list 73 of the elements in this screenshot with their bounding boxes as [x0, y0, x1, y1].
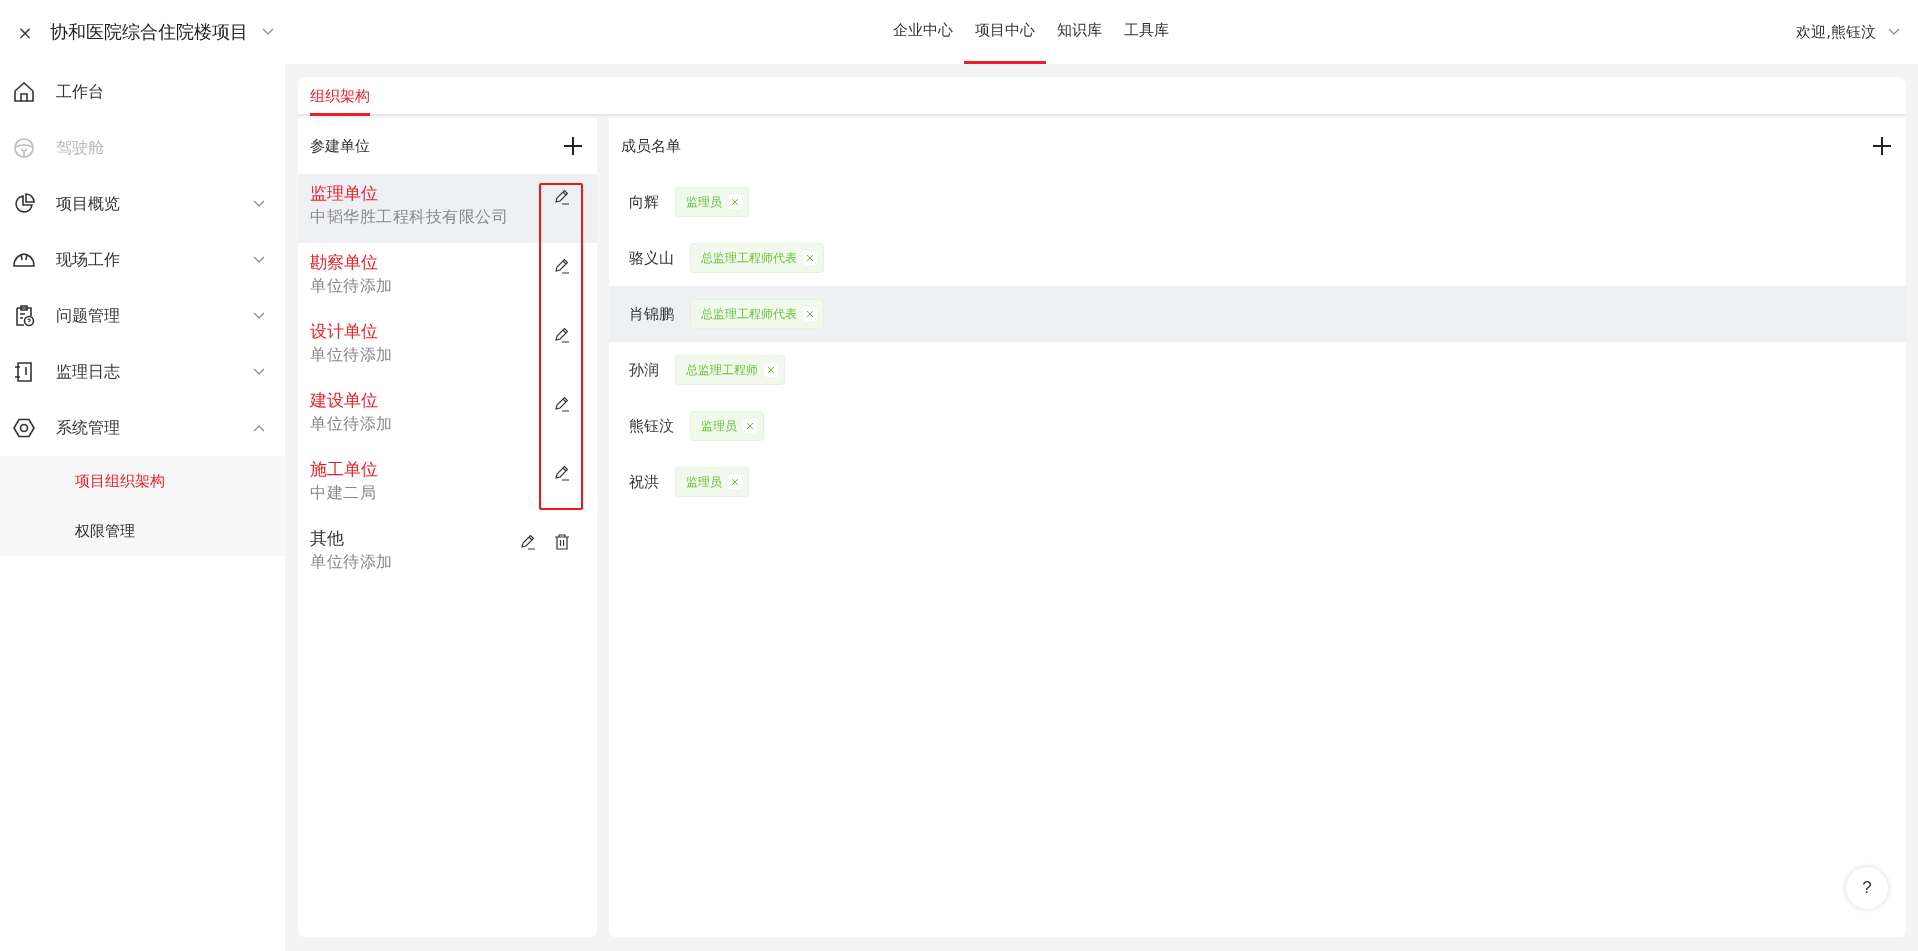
- member-name: 肖锦鹏: [629, 304, 674, 324]
- unit-item[interactable]: 施工单位 中建二局: [298, 450, 597, 519]
- member-row[interactable]: 骆义山 总监理工程师代表: [609, 230, 1906, 286]
- member-name: 熊钰汶: [629, 416, 674, 436]
- add-icon[interactable]: [1872, 136, 1892, 156]
- chevron-icon: [253, 200, 265, 208]
- role-tag: 监理员: [675, 187, 749, 217]
- role-tag: 监理员: [690, 411, 764, 441]
- role-tag: 总监理工程师代表: [690, 299, 824, 329]
- unit-name: 施工单位: [310, 458, 379, 481]
- unit-item[interactable]: 设计单位 单位待添加: [298, 312, 597, 381]
- unit-company: 单位待添加: [310, 414, 394, 435]
- pie-chart-icon: [12, 192, 36, 216]
- unit-name: 勘察单位: [310, 251, 379, 274]
- chevron-icon: [253, 312, 265, 320]
- hexagon-gear-icon: [12, 416, 36, 440]
- help-button[interactable]: ?: [1846, 867, 1888, 909]
- role-tag: 监理员: [675, 467, 749, 497]
- close-button[interactable]: ×: [0, 21, 50, 43]
- unit-company: 中建二局: [310, 483, 377, 504]
- sidebar-subitem[interactable]: 项目组织架构: [0, 456, 285, 506]
- member-name: 向辉: [629, 192, 659, 212]
- member-row[interactable]: 孙润 总监理工程师: [609, 342, 1906, 398]
- role-tag: 总监理工程师代表: [690, 243, 824, 273]
- unit-item[interactable]: 勘察单位 单位待添加: [298, 243, 597, 312]
- unit-item[interactable]: 监理单位 中韬华胜工程科技有限公司: [298, 174, 597, 243]
- sidebar-item[interactable]: 项目概览: [0, 176, 285, 232]
- nav-tab[interactable]: 知识库: [1046, 0, 1113, 64]
- edit-icon[interactable]: [553, 188, 571, 206]
- nav-tab[interactable]: 企业中心: [882, 0, 964, 64]
- unit-item[interactable]: 建设单位 单位待添加: [298, 381, 597, 450]
- member-name: 孙润: [629, 360, 659, 380]
- unit-item[interactable]: 其他 单位待添加: [298, 519, 597, 588]
- edit-icon[interactable]: [553, 257, 571, 275]
- project-title[interactable]: 协和医院综合住院楼项目: [50, 20, 248, 44]
- chevron-icon: [1888, 28, 1900, 36]
- unit-company: 单位待添加: [310, 552, 394, 573]
- chevron-icon: [253, 368, 265, 376]
- steering-wheel-icon: [12, 136, 36, 160]
- trash-icon[interactable]: [553, 533, 571, 551]
- member-name: 骆义山: [629, 248, 674, 268]
- edit-icon[interactable]: [553, 326, 571, 344]
- unit-name: 建设单位: [310, 389, 379, 412]
- edit-icon[interactable]: [519, 533, 537, 551]
- sidebar-item[interactable]: 问题管理: [0, 288, 285, 344]
- unit-name: 其他: [310, 527, 345, 550]
- unit-name: 设计单位: [310, 320, 379, 343]
- role-tag: 总监理工程师: [675, 355, 785, 385]
- sidebar-item[interactable]: 系统管理: [0, 400, 285, 456]
- member-name: 祝洪: [629, 472, 659, 492]
- unit-company: 中韬华胜工程科技有限公司: [310, 207, 509, 228]
- sidebar-item[interactable]: 工作台: [0, 64, 285, 120]
- member-row[interactable]: 祝洪 监理员: [609, 454, 1906, 510]
- edit-icon[interactable]: [553, 464, 571, 482]
- add-icon[interactable]: [563, 136, 583, 156]
- unit-company: 单位待添加: [310, 345, 394, 366]
- sidebar-subitem[interactable]: 权限管理: [0, 506, 285, 556]
- edit-icon[interactable]: [553, 395, 571, 413]
- sidebar-item[interactable]: 现场工作: [0, 232, 285, 288]
- unit-company: 单位待添加: [310, 276, 394, 297]
- member-row[interactable]: 向辉 监理员: [609, 174, 1906, 230]
- user-menu[interactable]: 欢迎,熊钰汶: [1796, 22, 1876, 42]
- chevron-icon: [262, 28, 274, 36]
- unit-name: 监理单位: [310, 182, 379, 205]
- nav-tab[interactable]: 工具库: [1113, 0, 1180, 64]
- member-row[interactable]: 熊钰汶 监理员: [609, 398, 1906, 454]
- chevron-icon: [253, 424, 265, 432]
- panel-title: 成员名单: [621, 136, 681, 156]
- member-row[interactable]: 肖锦鹏 总监理工程师代表: [609, 286, 1906, 342]
- panel-title: 参建单位: [310, 136, 370, 156]
- sidebar-item[interactable]: 监理日志: [0, 344, 285, 400]
- home-icon: [12, 80, 36, 104]
- chevron-icon: [253, 256, 265, 264]
